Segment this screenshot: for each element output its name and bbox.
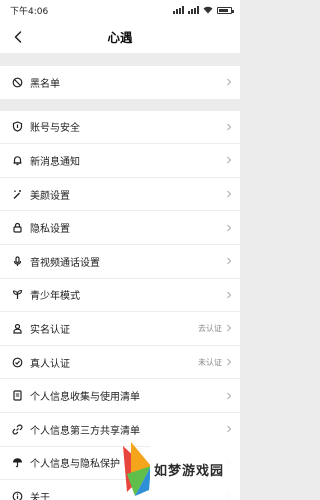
settings-item-label: 隐私设置: [30, 224, 70, 236]
document-icon: [12, 390, 23, 401]
verified-icon: [12, 357, 23, 368]
settings-item-label: 实名认证: [30, 324, 70, 336]
chevron-right-icon: [227, 257, 232, 265]
shield-icon: [12, 121, 23, 133]
settings-item-privacy[interactable]: 隐私设置: [0, 211, 240, 245]
chevron-right-icon: [227, 157, 232, 164]
battery-icon: [217, 6, 234, 14]
chevron-right-icon: [227, 325, 232, 332]
status-time: 下午4:06: [10, 6, 49, 17]
settings-item-label: 账号与安全: [30, 123, 80, 135]
link-icon: [12, 424, 23, 435]
status-icons: [173, 6, 234, 14]
chevron-left-icon: [14, 31, 22, 43]
settings-item-info-collection[interactable]: 个人信息收集与使用清单: [0, 379, 240, 413]
signal-icon-2: [188, 6, 199, 14]
settings-item-real-name[interactable]: 实名认证 去认证: [0, 312, 240, 346]
settings-item-face-verify[interactable]: 真人认证 未认证: [0, 345, 240, 380]
settings-item-blacklist[interactable]: 黑名单: [0, 66, 240, 100]
settings-item-label: 新消息通知: [30, 156, 80, 168]
settings-item-value: 未认证: [198, 357, 222, 367]
wifi-icon: [203, 6, 213, 14]
settings-item-label: 美颜设置: [30, 190, 70, 202]
status-bar: 下午4:06: [0, 0, 240, 20]
info-icon: [12, 491, 23, 500]
watermark-logo-icon: [123, 442, 151, 496]
microphone-icon: [12, 256, 23, 267]
settings-item-label: 个人信息第三方共享清单: [30, 425, 140, 437]
person-icon: [12, 323, 23, 334]
chevron-right-icon: [227, 78, 232, 86]
signal-icon: [173, 6, 184, 14]
settings-item-youth-mode[interactable]: 青少年模式: [0, 278, 240, 313]
magic-wand-icon: [12, 189, 23, 200]
block-icon: [12, 77, 23, 88]
chevron-right-icon: [227, 358, 232, 366]
settings-item-account-security[interactable]: 账号与安全: [0, 110, 240, 145]
settings-item-value: 去认证: [198, 323, 222, 333]
page-title: 心遇: [107, 30, 133, 45]
settings-section-1: 黑名单: [0, 66, 240, 100]
watermark: 如梦游戏园: [150, 438, 240, 500]
settings-item-notifications[interactable]: 新消息通知: [0, 144, 240, 178]
chevron-right-icon: [227, 392, 232, 399]
nav-bar: 心遇: [0, 20, 240, 54]
settings-item-av-call[interactable]: 音视频通话设置: [0, 244, 240, 279]
settings-item-label: 青少年模式: [30, 291, 80, 303]
back-button[interactable]: [10, 29, 26, 45]
settings-item-label: 真人认证: [30, 358, 70, 370]
settings-item-label: 黑名单: [30, 78, 60, 90]
watermark-text: 如梦游戏园: [154, 463, 225, 479]
chevron-right-icon: [227, 291, 232, 299]
settings-item-label: 个人信息收集与使用清单: [30, 392, 140, 404]
umbrella-icon: [12, 457, 23, 468]
section-gap: [0, 54, 240, 66]
lock-icon: [12, 222, 23, 233]
chevron-right-icon: [227, 123, 232, 131]
chevron-right-icon: [227, 425, 232, 433]
settings-item-beauty[interactable]: 美颜设置: [0, 177, 240, 212]
section-gap: [0, 99, 240, 111]
bell-icon: [12, 155, 23, 166]
sprout-icon: [12, 289, 23, 300]
chevron-right-icon: [227, 190, 232, 198]
settings-item-label: 音视频通话设置: [30, 257, 100, 269]
chevron-right-icon: [227, 224, 232, 232]
